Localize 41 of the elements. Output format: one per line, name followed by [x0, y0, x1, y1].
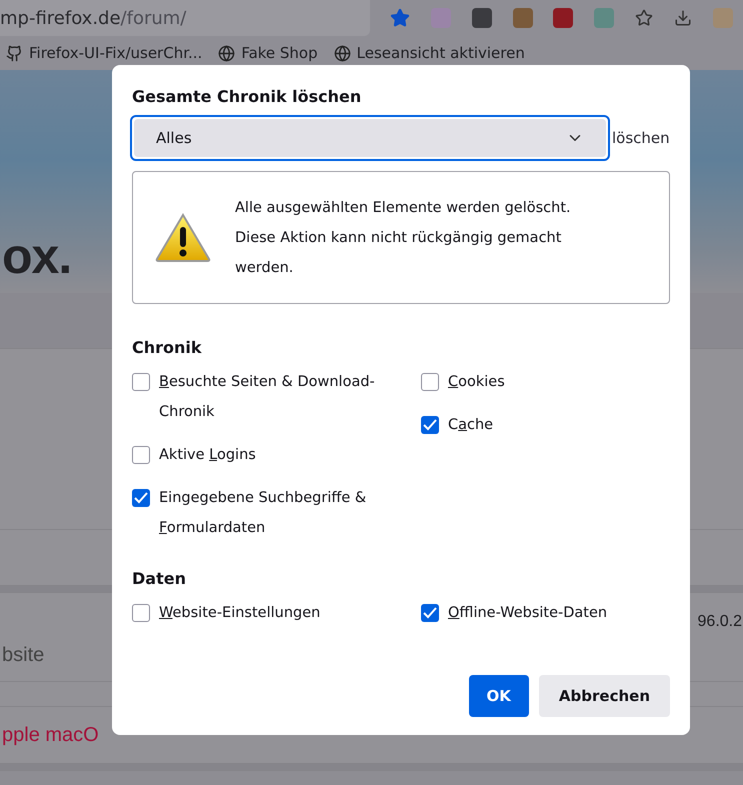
github-icon — [6, 44, 23, 62]
checkbox[interactable] — [132, 446, 150, 464]
checkbox-label[interactable]: Cache — [448, 410, 494, 440]
checkbox[interactable] — [421, 373, 439, 391]
url-text: mp-firefox.de/forum/ — [0, 8, 186, 28]
time-range-dropdown[interactable]: Alles — [130, 115, 610, 161]
row-label: bsite — [2, 644, 44, 667]
extension-icon[interactable] — [512, 8, 533, 28]
range-label: löschen — [612, 129, 670, 147]
download-icon[interactable] — [674, 9, 692, 27]
checkbox-label[interactable]: Offline-Website-Daten — [448, 598, 608, 628]
checkbox[interactable] — [132, 604, 150, 622]
checkbox-label[interactable]: Cookies — [448, 367, 505, 397]
checkbox-label[interactable]: Eingegebene Suchbegriffe & Formulardaten — [159, 483, 399, 543]
extension-icon[interactable] — [553, 8, 574, 28]
warning-icon — [155, 212, 211, 262]
extension-icon[interactable] — [472, 8, 492, 28]
checkbox-label[interactable]: Besuchte Seiten & Download-Chronik — [159, 367, 399, 427]
bookmark-item[interactable]: Fake Shop — [218, 44, 318, 62]
warning-text: Alle ausgewählten Elemente werden gelöscht. — [235, 198, 572, 218]
cancel-button[interactable]: Abbrechen — [538, 675, 670, 717]
warning-text: Diese Aktion kann nicht rückgängig gemacht werden. — [235, 228, 562, 278]
star-icon[interactable] — [634, 9, 653, 27]
checkbox-label[interactable]: Website-Einstellungen — [159, 598, 320, 628]
address-field[interactable]: mp-firefox.de/forum/ — [0, 0, 370, 36]
bookmark-item[interactable]: Firefox-UI-Fix/userChr... — [6, 44, 202, 62]
checkbox[interactable] — [132, 373, 150, 391]
checkbox[interactable] — [421, 416, 439, 434]
checkbox-label[interactable]: Aktive Logins — [159, 440, 256, 470]
section-heading: Daten — [132, 569, 187, 588]
globe-icon — [334, 44, 351, 62]
checkbox[interactable] — [421, 604, 439, 622]
section-heading: Chronik — [132, 338, 203, 357]
bookmark-star-icon[interactable] — [390, 8, 410, 28]
dialog-title: Gesamte Chronik löschen — [132, 87, 362, 106]
checkbox[interactable] — [132, 489, 150, 507]
globe-icon — [218, 44, 236, 62]
ok-button[interactable]: OK — [468, 675, 529, 717]
row-value: 96.0.2 — [698, 613, 742, 631]
site-logo: ox. — [2, 227, 72, 285]
bookmark-item[interactable]: Leseansicht aktivieren — [334, 44, 525, 62]
